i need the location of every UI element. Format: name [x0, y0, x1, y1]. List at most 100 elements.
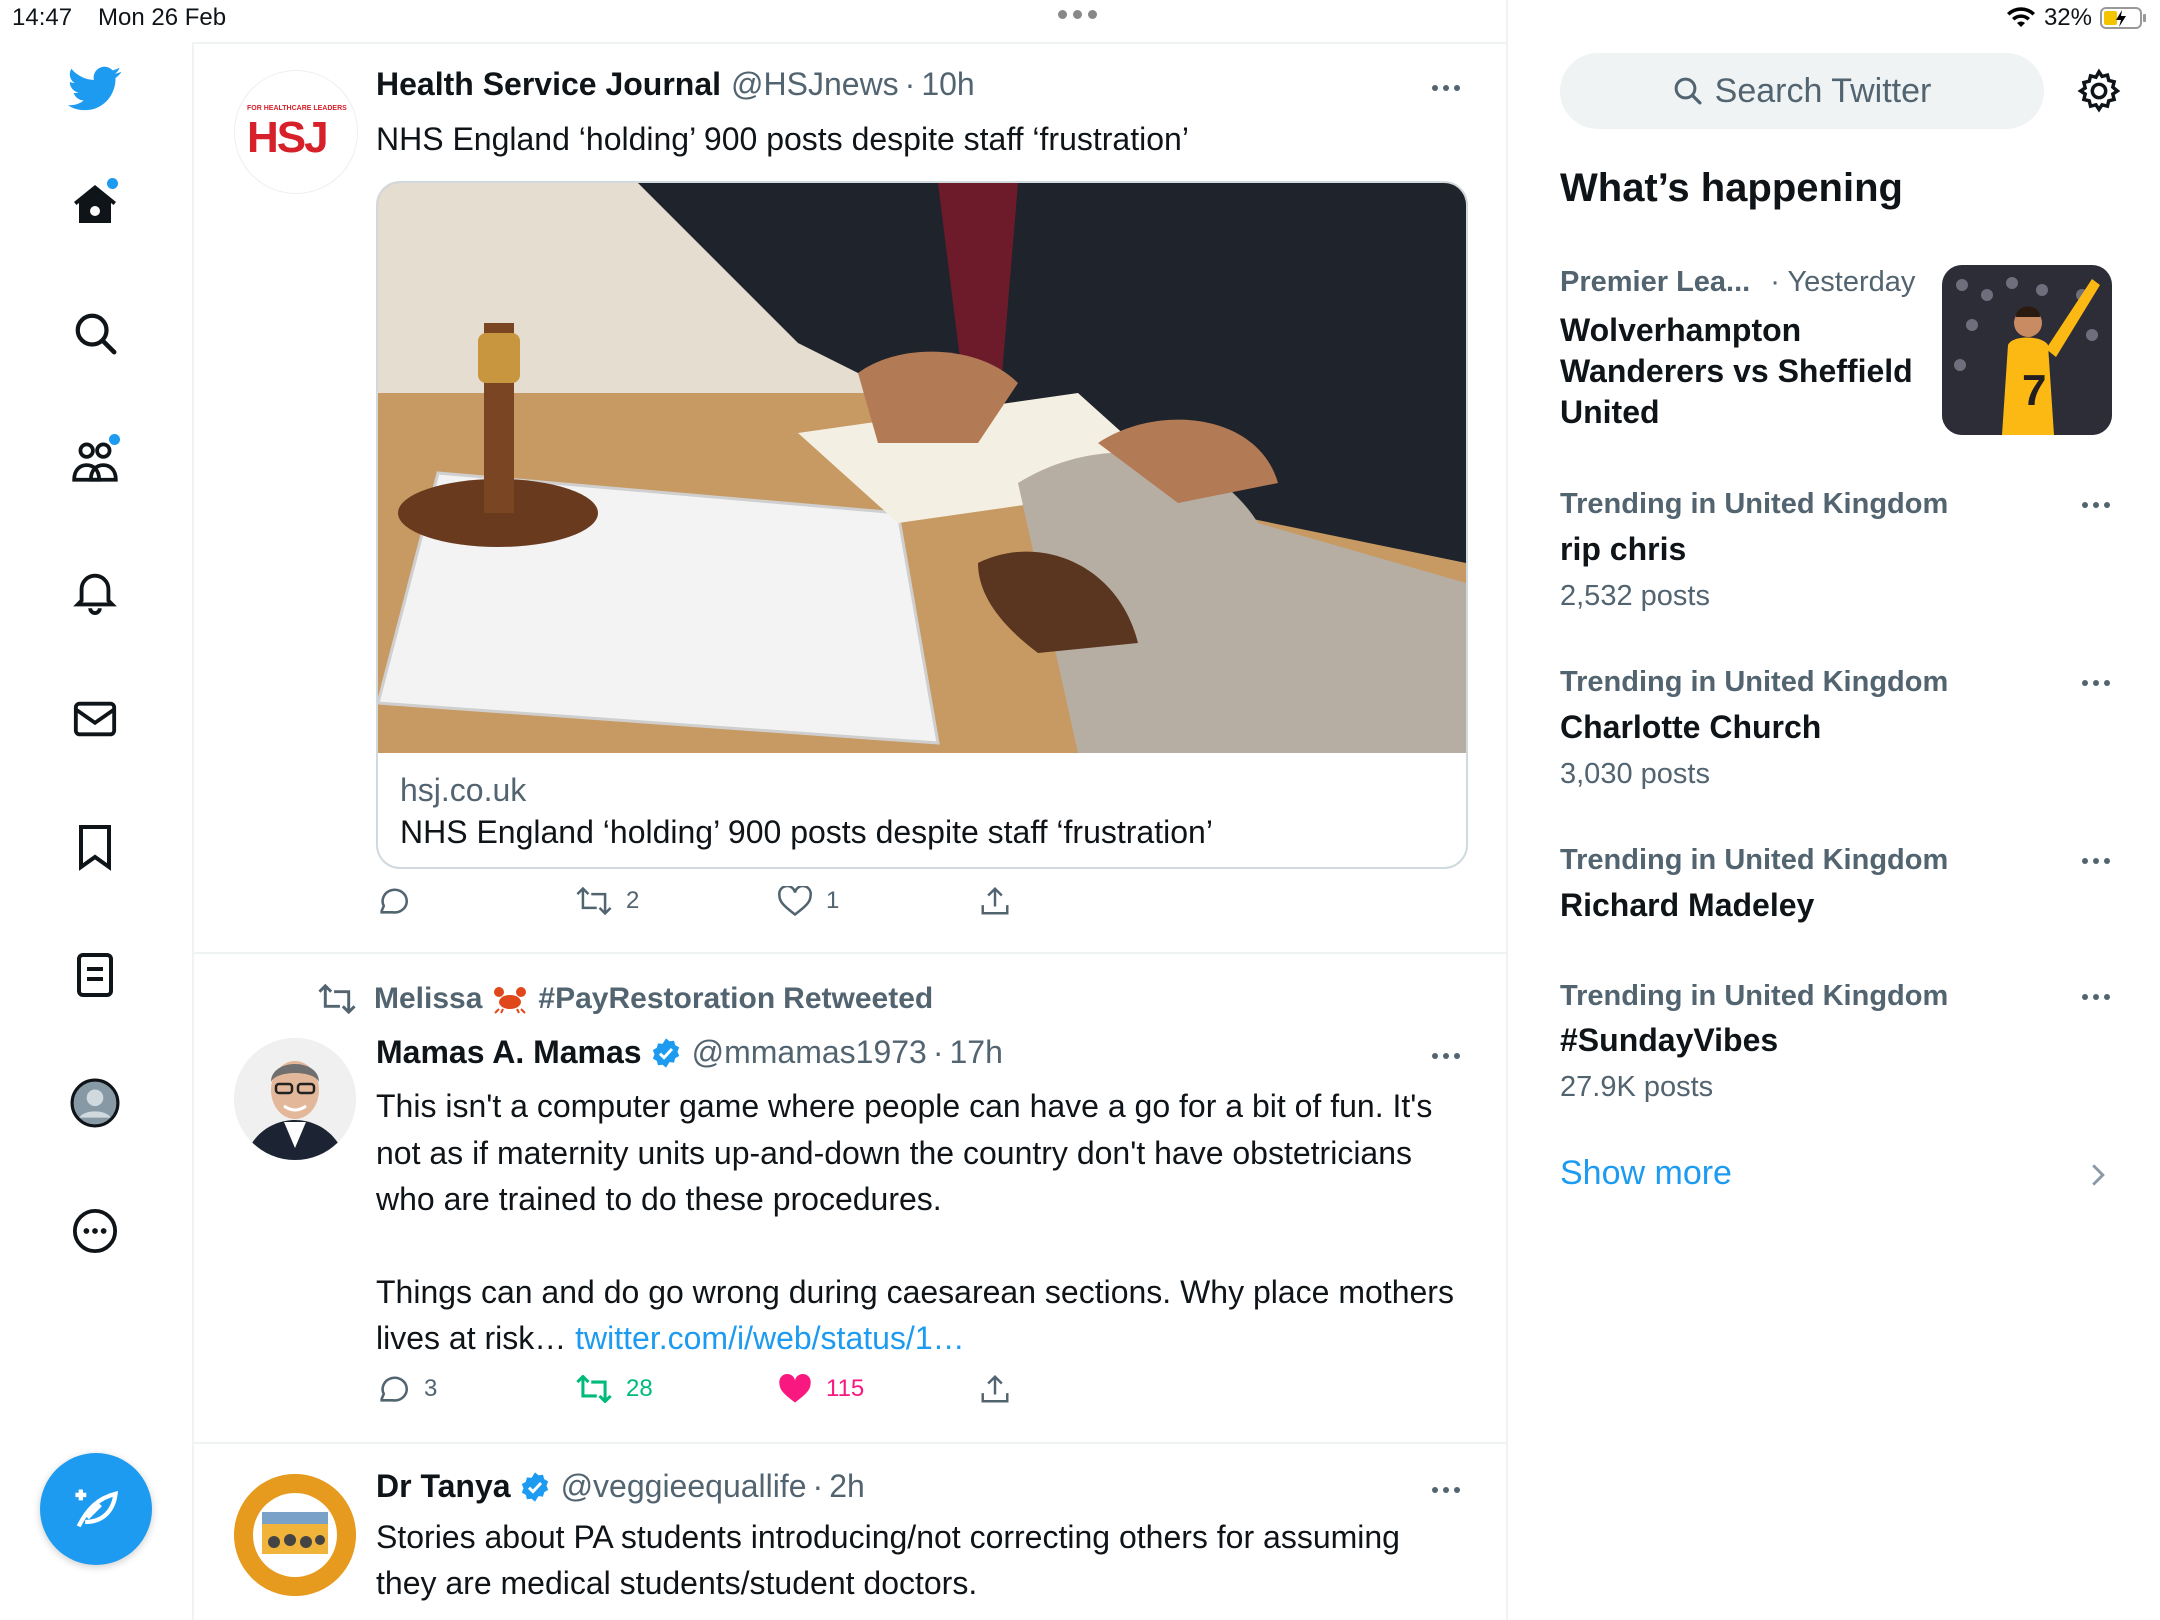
- tweet-timestamp[interactable]: 17h: [949, 1034, 1002, 1071]
- trend-meta-label: Trending in United Kingdom: [1560, 488, 1949, 520]
- featured-category: Premier Lea...: [1560, 266, 1751, 298]
- tweet-more-icon[interactable]: [1432, 1053, 1460, 1059]
- messages-envelope-icon[interactable]: [62, 686, 128, 752]
- share-icon: [981, 886, 1009, 915]
- trend-more-icon[interactable]: [2082, 680, 2110, 686]
- retweet-button[interactable]: 28: [576, 1375, 778, 1403]
- settings-gear-icon[interactable]: [2076, 68, 2122, 114]
- trend-meta: Trending in United Kingdom: [1560, 666, 1948, 699]
- retweet-context[interactable]: Melissa #PayRestoration Retweeted: [318, 982, 933, 1016]
- retweet-count: 28: [626, 1375, 653, 1402]
- like-button[interactable]: 1: [778, 886, 980, 916]
- tweet-author-name[interactable]: Mamas A. Mamas: [376, 1034, 642, 1071]
- tweet-paragraph-2: Things can and do go wrong during caesar…: [376, 1269, 1456, 1362]
- trend-name[interactable]: Richard Madeley: [1560, 887, 1814, 924]
- tweet-author-handle[interactable]: @HSJnews: [731, 66, 899, 103]
- like-button[interactable]: 115: [778, 1374, 980, 1404]
- tweet-more-icon[interactable]: [1432, 85, 1460, 91]
- tweet-timestamp[interactable]: 2h: [829, 1468, 865, 1505]
- lists-icon[interactable]: [62, 942, 128, 1008]
- trend-more-icon[interactable]: [2082, 858, 2110, 864]
- reply-button[interactable]: 3: [376, 1373, 576, 1405]
- tweet-avatar-drtanya[interactable]: [234, 1474, 356, 1596]
- tweet-author-name[interactable]: Dr Tanya: [376, 1468, 511, 1505]
- tweet-avatar-hsj[interactable]: FOR HEALTHCARE LEADERS HSJ: [234, 70, 358, 194]
- more-options-icon[interactable]: [62, 1198, 128, 1264]
- whats-happening-title: What’s happening: [1560, 166, 1903, 210]
- tweet-link[interactable]: twitter.com/i/web/status/1…: [575, 1320, 964, 1356]
- notifications-bell-icon[interactable]: [62, 558, 128, 624]
- tweet-text: Stories about PA students introducing/no…: [376, 1519, 1400, 1601]
- link-card-image: [378, 183, 1466, 753]
- link-card-domain: hsj.co.uk: [400, 772, 527, 808]
- trend-meta-label: Trending in United Kingdom: [1560, 666, 1949, 698]
- chevron-right-icon: [2090, 1162, 2106, 1188]
- separator-dot: ·: [812, 1468, 824, 1504]
- tweet-actions: 3 28 115: [376, 1373, 1010, 1405]
- multitasking-dots-icon[interactable]: [1058, 10, 1097, 19]
- trend-meta-label: Trending in United Kingdom: [1560, 980, 1949, 1012]
- reply-button[interactable]: [376, 885, 576, 917]
- communities-icon[interactable]: [62, 428, 128, 494]
- featured-trend-thumbnail[interactable]: 7: [1942, 265, 2112, 435]
- compose-tweet-button[interactable]: [40, 1453, 152, 1565]
- timeline-top-divider: [192, 42, 1506, 44]
- search-input[interactable]: Search Twitter: [1560, 53, 2044, 129]
- tweet-author-handle[interactable]: @mmamas1973: [692, 1034, 927, 1071]
- retweet-icon: [576, 1375, 612, 1403]
- retweeter-hashtag: #PayRestoration: [538, 982, 776, 1015]
- tweet-divider: [192, 952, 1506, 954]
- retweet-button[interactable]: 2: [576, 887, 778, 915]
- tweet-header: Dr Tanya @veggieequallife · 2h: [376, 1468, 865, 1505]
- tweet-divider: [192, 1442, 1506, 1444]
- reply-count: 3: [424, 1375, 438, 1402]
- link-card[interactable]: hsj.co.uk NHS England ‘holding’ 900 post…: [376, 181, 1468, 869]
- reply-icon: [380, 1376, 408, 1402]
- share-button[interactable]: [980, 1374, 1010, 1404]
- twitter-logo-icon[interactable]: [62, 56, 128, 122]
- tweet-more-icon[interactable]: [1432, 1487, 1460, 1493]
- hsj-logo-text: HSJ: [247, 113, 329, 162]
- explore-search-icon[interactable]: [62, 300, 128, 366]
- verified-badge-icon: [521, 1471, 548, 1502]
- trend-meta-label: Trending in United Kingdom: [1560, 844, 1949, 876]
- communities-notification-dot: [107, 432, 122, 447]
- trend-post-count: 27.9K posts: [1560, 1071, 1714, 1103]
- featured-headline[interactable]: Wolverhampton Wanderers vs Sheffield Uni…: [1560, 310, 1920, 433]
- trend-more-icon[interactable]: [2082, 994, 2110, 1000]
- share-button[interactable]: [980, 886, 1010, 916]
- trend-name[interactable]: rip chris: [1560, 531, 1686, 568]
- status-indicators: 32%: [2006, 4, 2148, 32]
- show-more-link[interactable]: Show more: [1560, 1154, 1732, 1193]
- like-count: 115: [826, 1375, 865, 1402]
- profile-avatar-icon[interactable]: [62, 1070, 128, 1136]
- like-heart-icon: [778, 886, 812, 916]
- bookmarks-icon[interactable]: [62, 814, 128, 880]
- retweet-context-icon: [318, 984, 356, 1014]
- featured-trend-meta[interactable]: Premier Lea... · Yesterday: [1560, 266, 1915, 299]
- trend-name[interactable]: Charlotte Church: [1560, 709, 1821, 746]
- search-placeholder: Search Twitter: [1714, 71, 1932, 110]
- battery-charging-icon: [2100, 7, 2146, 29]
- trend-name[interactable]: #SundayVibes: [1560, 1022, 1778, 1059]
- trend-post-count: 3,030 posts: [1560, 758, 1710, 790]
- home-icon[interactable]: [62, 172, 128, 238]
- compose-feather-icon: [75, 1489, 119, 1528]
- verified-badge-icon: [652, 1037, 679, 1068]
- tweet-avatar-mamas[interactable]: [234, 1038, 356, 1160]
- retweet-icon: [576, 887, 612, 915]
- retweeted-label: Retweeted: [783, 982, 934, 1015]
- hsj-avatar-tagline: FOR HEALTHCARE LEADERS: [247, 105, 347, 112]
- tweet-timestamp[interactable]: 10h: [921, 66, 974, 103]
- search-icon: [1674, 77, 1702, 105]
- tweet-author-handle[interactable]: @veggieequallife: [561, 1468, 807, 1505]
- tweet-actions: 2 1: [376, 885, 1010, 917]
- retweeter-name: Melissa: [374, 982, 483, 1015]
- timeline-border-right: [1506, 0, 1508, 1620]
- reply-icon: [380, 888, 408, 914]
- tweet-text: NHS England ‘holding’ 900 posts despite …: [376, 121, 1189, 157]
- tweet-author-name[interactable]: Health Service Journal: [376, 66, 721, 103]
- wifi-icon: [2006, 7, 2035, 27]
- share-icon: [981, 1374, 1009, 1403]
- trend-more-icon[interactable]: [2082, 502, 2110, 508]
